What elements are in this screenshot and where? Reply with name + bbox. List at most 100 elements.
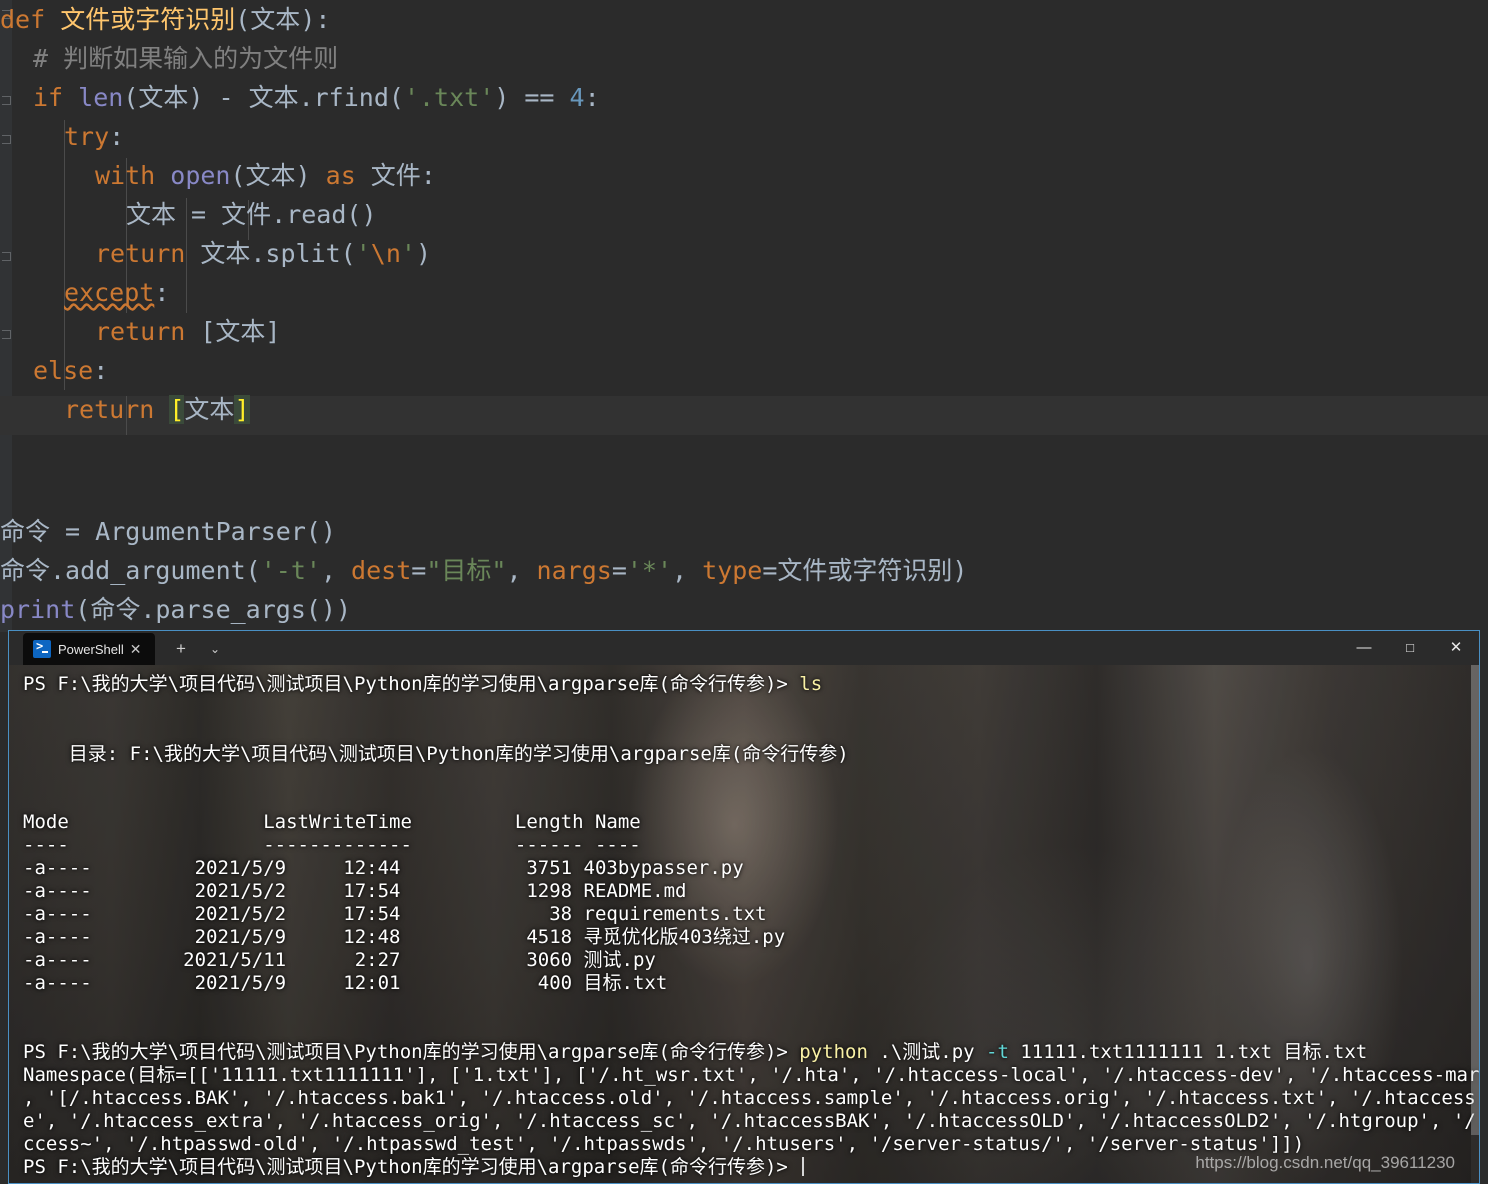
prompt-line-python: PS F:\我的大学\项目代码\测试项目\Python库的学习使用\argpar…	[23, 1041, 1367, 1064]
table-rule: ---- ------------- ------ ----	[23, 834, 641, 857]
code-token: '	[400, 239, 416, 268]
code-token: 文件:	[370, 161, 436, 190]
code-token: ):	[300, 5, 331, 34]
code-token: 4	[569, 83, 585, 112]
code-token: if	[33, 83, 79, 112]
close-tab-icon[interactable]: ✕	[130, 641, 142, 658]
code-token: (文本) - 文本.rfind(	[123, 83, 404, 112]
code-token: 命令 = ArgumentParser()	[0, 517, 336, 546]
code-token: '*'	[626, 556, 673, 585]
fold-marker[interactable]	[2, 96, 11, 105]
terminal-text: python	[799, 1041, 868, 1063]
code-line: 文本 = 文件.read()	[126, 195, 377, 234]
terminal-text: 目录: F:\我的大学\项目代码\测试项目\Python库的学习使用\argpa…	[23, 743, 849, 765]
new-tab-button[interactable]: +	[169, 637, 193, 661]
code-token: dest	[351, 556, 412, 585]
prompt-line-final: PS F:\我的大学\项目代码\测试项目\Python库的学习使用\argpar…	[23, 1156, 805, 1179]
code-token: '.txt'	[403, 83, 495, 112]
code-token: len	[78, 83, 124, 112]
code-token: ) ==	[494, 83, 570, 112]
code-token: def	[0, 5, 61, 34]
terminal-text: -t	[986, 1041, 1009, 1063]
code-line: def 文件或字符识别(文本):	[0, 0, 330, 39]
terminal-cursor	[802, 1157, 805, 1176]
terminal-output: PS F:\我的大学\项目代码\测试项目\Python库的学习使用\argpar…	[9, 665, 1479, 1183]
code-line: # 判断如果输入的为文件则	[33, 39, 338, 78]
output-line: ccess~', '/.htpasswd-old', '/.htpasswd_t…	[23, 1133, 1304, 1156]
code-token: print	[0, 595, 76, 624]
output-line: Namespace(目标=[['11111.txt1111111'], ['1.…	[23, 1064, 1479, 1087]
output-line: e', '/.htaccess_extra', '/.htaccess_orig…	[23, 1110, 1479, 1133]
terminal-text: -a---- 2021/5/9 12:01 400 目标.txt	[23, 972, 668, 994]
code-token: (文本)	[230, 161, 326, 190]
code-line: 命令 = ArgumentParser()	[0, 512, 336, 551]
code-token: 文件或字符识别	[60, 5, 236, 34]
code-line: with open(文本) as 文件:	[95, 156, 436, 195]
code-token: # 判断如果输入的为文件则	[33, 44, 339, 73]
code-line: print(命令.parse_args())	[0, 590, 351, 629]
code-token: [文本]	[200, 317, 281, 346]
table-row: -a---- 2021/5/2 17:54 38 requirements.tx…	[23, 903, 767, 926]
code-line: return 文本.split('\n')	[95, 234, 431, 273]
close-window-button[interactable]: ✕	[1433, 631, 1479, 665]
terminal-text: ls	[799, 673, 823, 695]
code-token: =	[411, 556, 427, 585]
code-token: (	[235, 5, 251, 34]
blog-watermark: https://blog.csdn.net/qq_39611230	[1195, 1153, 1455, 1172]
code-token: ,	[506, 556, 537, 585]
terminal-text: Mode LastWriteTime Length Name	[23, 811, 641, 833]
code-token: (命令.parse_args())	[75, 595, 352, 624]
code-line: else:	[33, 351, 108, 390]
prompt-line: PS F:\我的大学\项目代码\测试项目\Python库的学习使用\argpar…	[23, 673, 822, 696]
output-line: , '[/.htaccess.BAK', '/.htaccess.bak1', …	[23, 1087, 1479, 1110]
code-token: [	[169, 395, 185, 424]
code-line: if len(文本) - 文本.rfind('.txt') == 4:	[33, 78, 600, 117]
code-token: =文件或字符识别)	[762, 556, 968, 585]
terminal-title-bar[interactable]: PowerShell ✕ + ⌄ — □ ✕	[9, 631, 1479, 665]
powershell-window[interactable]: PowerShell ✕ + ⌄ — □ ✕ PS F:\我的大学\项目代码\测…	[8, 630, 1480, 1184]
fold-marker[interactable]	[2, 330, 11, 339]
code-token: 文本	[250, 5, 301, 34]
terminal-text: -a---- 2021/5/2 17:54 38 requirements.tx…	[23, 903, 767, 925]
table-row: -a---- 2021/5/11 2:27 3060 测试.py	[23, 949, 656, 972]
terminal-text: e', '/.htaccess_extra', '/.htaccess_orig…	[23, 1110, 1479, 1132]
terminal-text: PS F:\我的大学\项目代码\测试项目\Python库的学习使用\argpar…	[23, 1041, 800, 1063]
tab-powershell[interactable]: PowerShell ✕	[23, 633, 155, 665]
table-row: -a---- 2021/5/9 12:48 4518 寻觅优化版403绕过.py	[23, 926, 785, 949]
terminal-text: PS F:\我的大学\项目代码\测试项目\Python库的学习使用\argpar…	[23, 1156, 800, 1178]
terminal-text: -a---- 2021/5/9 12:48 4518 寻觅优化版403绕过.py	[23, 926, 786, 948]
terminal-console[interactable]: PS F:\我的大学\项目代码\测试项目\Python库的学习使用\argpar…	[9, 665, 1479, 1183]
table-row: -a---- 2021/5/2 17:54 1298 README.md	[23, 880, 686, 903]
minimize-button[interactable]: —	[1341, 631, 1387, 665]
maximize-button[interactable]: □	[1387, 631, 1433, 665]
terminal-text: PS F:\我的大学\项目代码\测试项目\Python库的学习使用\argpar…	[23, 673, 800, 695]
code-token: try	[64, 122, 110, 151]
code-token: nargs	[536, 556, 612, 585]
code-token: :	[93, 356, 109, 385]
code-token: ]	[234, 395, 250, 424]
code-token: as	[325, 161, 371, 190]
table-row: -a---- 2021/5/9 12:44 3751 403bypasser.p…	[23, 857, 744, 880]
terminal-text: -a---- 2021/5/9 12:44 3751 403bypasser.p…	[23, 857, 744, 879]
code-line: except:	[64, 273, 169, 312]
terminal-scrollbar[interactable]	[1471, 665, 1479, 1183]
scrollbar-thumb[interactable]	[1471, 665, 1479, 1135]
fold-marker[interactable]	[2, 252, 11, 261]
fold-marker[interactable]	[2, 135, 11, 144]
code-token: 文本.split(	[200, 239, 356, 268]
chevron-down-icon[interactable]: ⌄	[203, 637, 227, 661]
code-line: 命令.add_argument('-t', dest="目标", nargs='…	[0, 551, 967, 590]
code-editor[interactable]: def 文件或字符识别(文本): # 判断如果输入的为文件则 if len(文本) …	[0, 0, 1488, 632]
code-line: return [文本]	[95, 312, 280, 351]
terminal-text: -a---- 2021/5/2 17:54 1298 README.md	[23, 880, 687, 902]
code-token: else	[33, 356, 94, 385]
code-token: return	[64, 395, 170, 424]
code-token: return	[95, 239, 201, 268]
code-token: :	[584, 83, 600, 112]
table-header: Mode LastWriteTime Length Name	[23, 811, 641, 834]
terminal-text: Namespace(目标=[['11111.txt1111111'], ['1.…	[23, 1064, 1479, 1086]
code-token: )	[415, 239, 432, 268]
indent-guide	[64, 120, 65, 390]
code-token: :	[109, 122, 125, 151]
